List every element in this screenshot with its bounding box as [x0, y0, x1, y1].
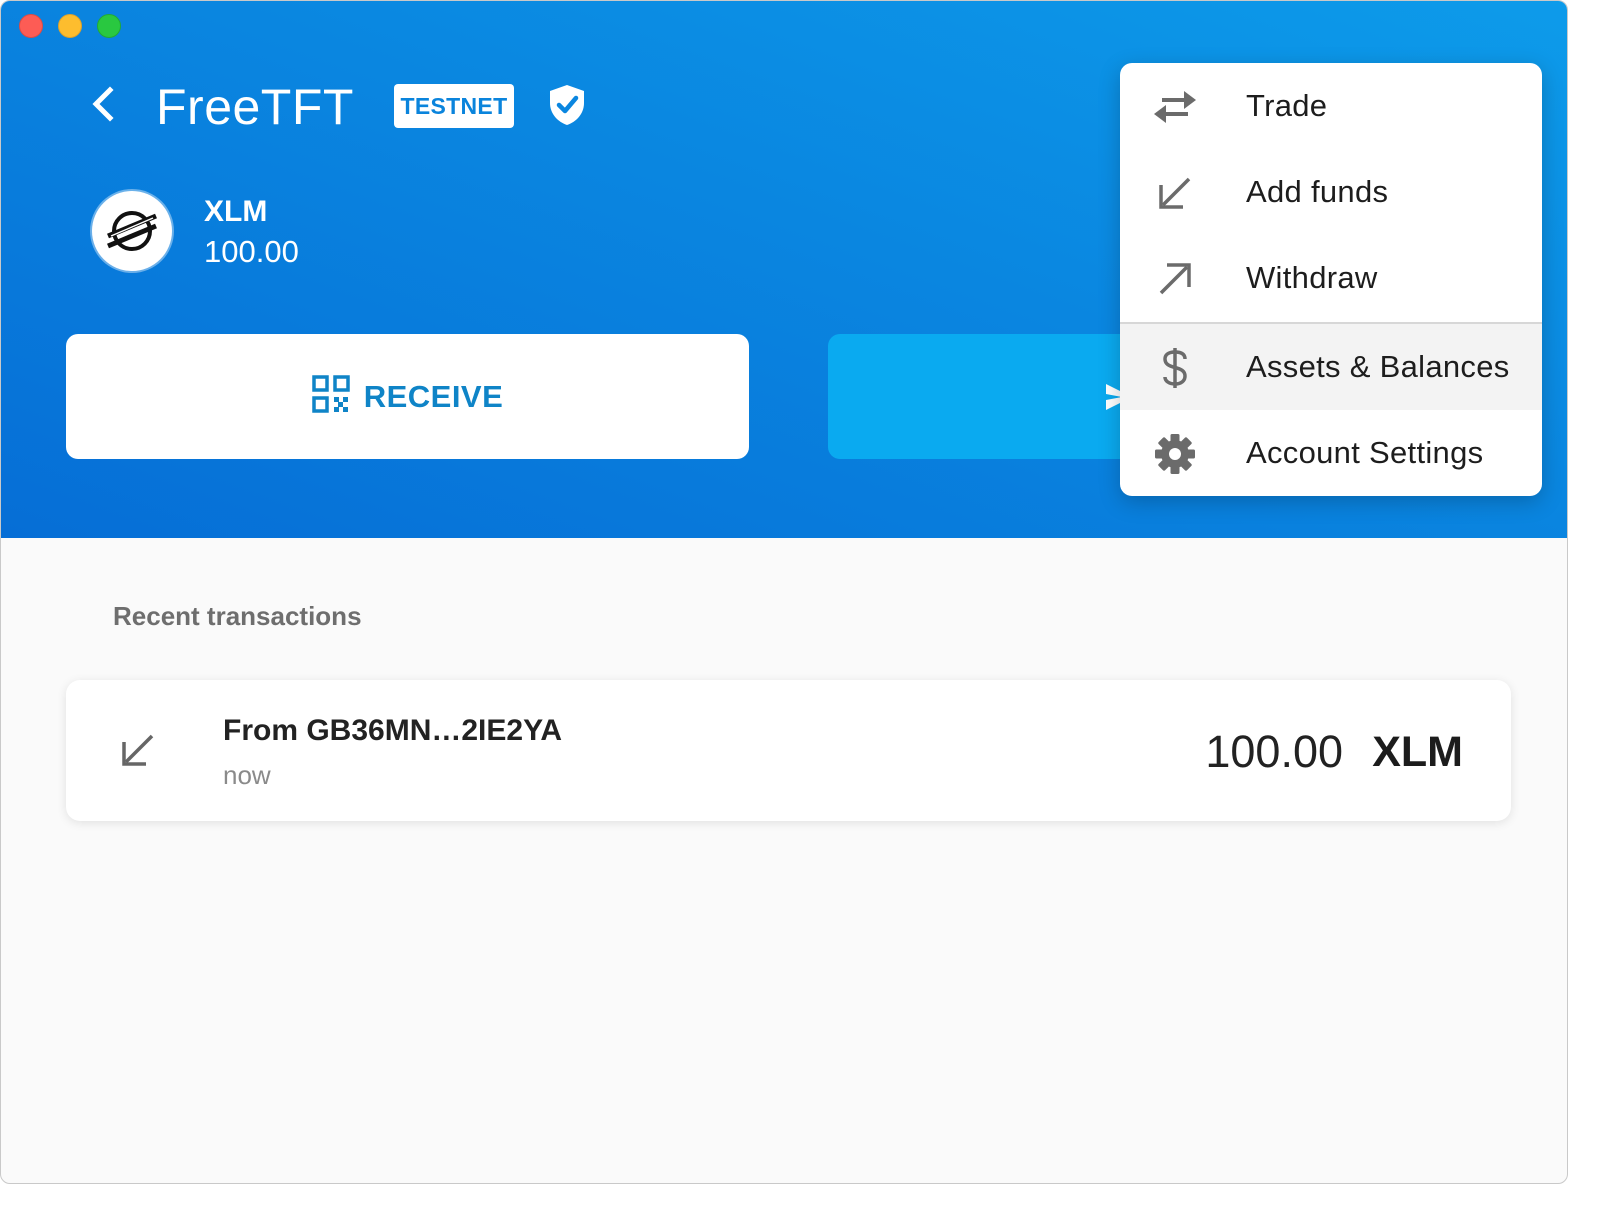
close-window-button[interactable] — [19, 14, 43, 38]
transaction-time: now — [223, 760, 271, 790]
app-window: FreeTFT TESTNET XLM 100.00 RECEIVE Recen… — [0, 0, 1568, 1184]
transaction-amount: 100.00 — [1205, 726, 1343, 777]
receive-label: RECEIVE — [363, 378, 504, 414]
recent-transactions-title: Recent transactions — [113, 601, 362, 631]
menu-item-withdraw[interactable]: Withdraw — [1120, 235, 1542, 321]
arrow-up-right-icon — [1152, 259, 1198, 299]
menu-label-trade: Trade — [1246, 88, 1328, 123]
menu-label-withdraw: Withdraw — [1246, 260, 1378, 295]
receive-button[interactable]: RECEIVE — [66, 334, 749, 459]
menu-item-assets-balances[interactable]: Assets & Balances — [1120, 324, 1542, 410]
testnet-badge: TESTNET — [394, 84, 514, 128]
qr-code-icon — [311, 375, 350, 418]
menu-item-account-settings[interactable]: Account Settings — [1120, 410, 1542, 496]
swap-arrows-icon — [1152, 87, 1198, 127]
asset-code: XLM — [204, 195, 268, 228]
arrow-down-left-icon — [118, 730, 158, 775]
menu-label-add-funds: Add funds — [1246, 174, 1389, 209]
account-title: FreeTFT — [156, 79, 354, 135]
transaction-from: From GB36MN…2IE2YA — [223, 714, 562, 747]
arrow-down-left-icon — [1152, 173, 1198, 213]
menu-item-trade[interactable]: Trade — [1120, 63, 1542, 149]
dollar-icon — [1152, 348, 1198, 388]
gear-icon — [1152, 434, 1198, 474]
shield-check-icon — [546, 83, 588, 127]
chevron-left-icon — [88, 84, 118, 129]
minimize-window-button[interactable] — [58, 14, 82, 38]
transaction-row[interactable]: From GB36MN…2IE2YA now 100.00 XLM — [66, 680, 1511, 821]
transaction-asset-code: XLM — [1372, 728, 1463, 776]
menu-label-account-settings: Account Settings — [1246, 435, 1484, 470]
stellar-logo — [92, 191, 172, 271]
menu-item-add-funds[interactable]: Add funds — [1120, 149, 1542, 235]
back-button[interactable] — [79, 81, 127, 131]
menu-label-assets-balances: Assets & Balances — [1246, 349, 1510, 384]
account-context-menu: Trade Add funds Withdraw Assets & Balanc… — [1120, 63, 1542, 496]
zoom-window-button[interactable] — [97, 14, 121, 38]
asset-balance: 100.00 — [204, 234, 299, 269]
